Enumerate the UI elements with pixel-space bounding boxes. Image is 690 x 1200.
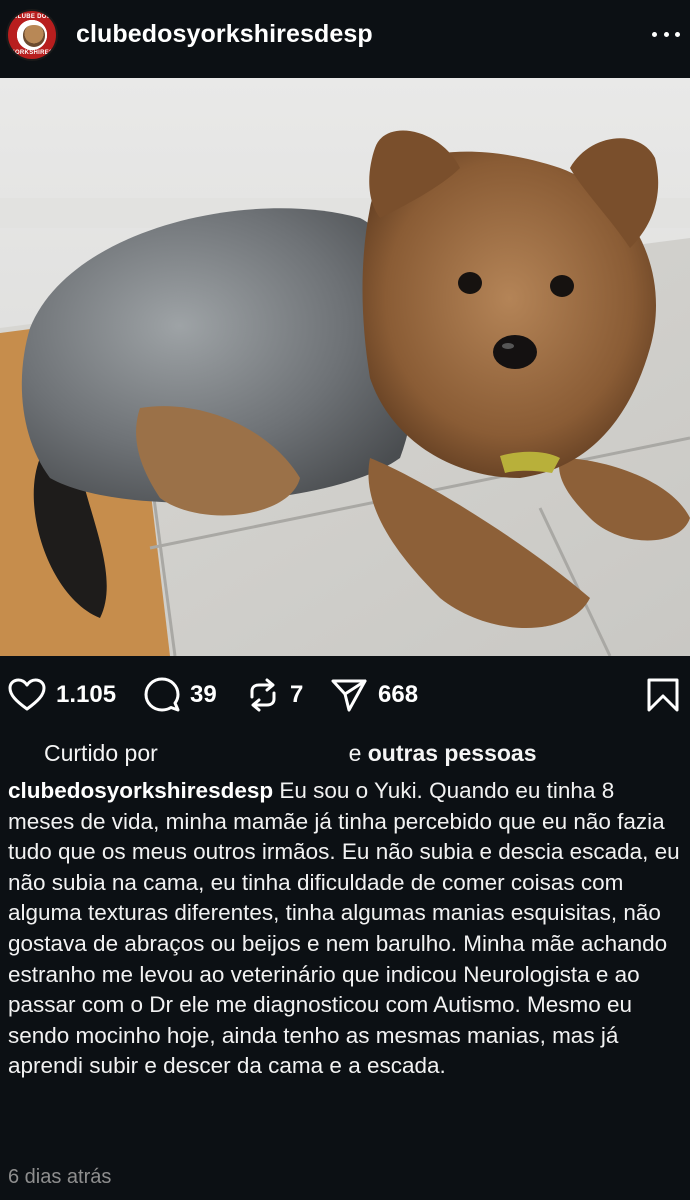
comment-button[interactable]: 39 bbox=[144, 666, 217, 724]
bookmark-icon bbox=[647, 678, 679, 712]
caption-text: Eu sou o Yuki. Quando eu tinha 8 meses d… bbox=[8, 778, 680, 1079]
post-header: CLUBE DOS YORKSHIRES clubedosyorkshiresd… bbox=[0, 0, 690, 78]
post-username[interactable]: clubedosyorkshiresdesp bbox=[76, 20, 373, 49]
more-horizontal-icon[interactable] bbox=[652, 30, 680, 38]
avatar-dog-image bbox=[23, 25, 45, 47]
comment-icon bbox=[144, 677, 180, 712]
yorkshire-dog-photo bbox=[0, 78, 690, 656]
likes-count: 1.105 bbox=[56, 681, 117, 708]
caption-username[interactable]: clubedosyorkshiresdesp bbox=[8, 778, 273, 803]
liked-by-row[interactable]: Curtido por e outras pessoas bbox=[44, 740, 537, 774]
share-button[interactable]: 668 bbox=[330, 666, 418, 724]
repost-icon bbox=[250, 678, 276, 712]
post-caption: clubedosyorkshiresdesp Eu sou o Yuki. Qu… bbox=[8, 776, 684, 1082]
post-timestamp: 6 dias atrás bbox=[8, 1166, 112, 1188]
post-photo[interactable] bbox=[0, 78, 690, 656]
profile-avatar[interactable]: CLUBE DOS YORKSHIRES bbox=[6, 9, 58, 61]
like-button[interactable]: 1.105 bbox=[8, 666, 116, 724]
avatar-text-top: CLUBE DOS bbox=[12, 14, 52, 20]
liked-by-others[interactable]: outras pessoas bbox=[368, 740, 537, 766]
share-icon bbox=[331, 679, 367, 712]
bookmark-button[interactable] bbox=[646, 666, 680, 724]
reposts-count: 7 bbox=[290, 681, 304, 708]
liked-by-connector: e bbox=[348, 740, 362, 766]
shares-count: 668 bbox=[378, 681, 419, 708]
avatar-text-bottom: YORKSHIRES bbox=[10, 50, 54, 56]
repost-button[interactable]: 7 bbox=[246, 666, 303, 724]
comments-count: 39 bbox=[190, 681, 217, 708]
heart-icon bbox=[8, 678, 46, 711]
liked-by-prefix: Curtido por bbox=[44, 740, 158, 766]
post-actions-bar: 1.105 39 7 668 bbox=[0, 666, 690, 726]
